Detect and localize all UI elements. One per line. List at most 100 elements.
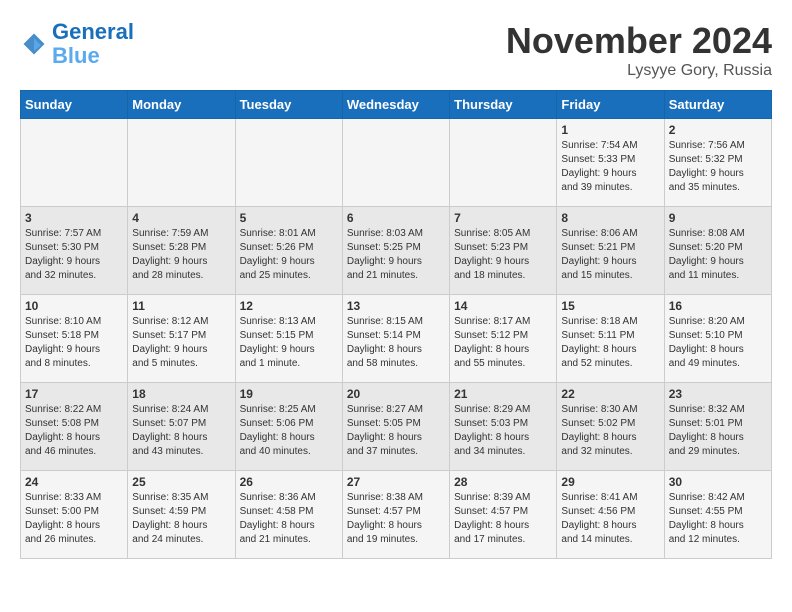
day-number: 28 [454,475,552,489]
calendar-cell: 14 Sunrise: 8:17 AM Sunset: 5:12 PM Dayli… [450,295,557,383]
day-number: 17 [25,387,123,401]
day-info: Sunrise: 8:42 AM Sunset: 4:55 PM Dayligh… [669,491,767,547]
calendar-cell: 13Sunrise: 8:15 AM Sunset: 5:14 PM Dayli… [342,295,449,383]
calendar-cell [450,119,557,207]
day-info: Sunrise: 8:33 AM Sunset: 5:00 PM Dayligh… [25,491,123,547]
day-number: 4 [132,211,230,225]
day-number: 24 [25,475,123,489]
page-header: General Blue November 2024 Lysyye Gory, … [20,20,772,80]
calendar-cell: 30 Sunrise: 8:42 AM Sunset: 4:55 PM Dayli… [664,471,771,559]
calendar-cell: 26 Sunrise: 8:36 AM Sunset: 4:58 PM Dayli… [235,471,342,559]
calendar-cell: 9 Sunrise: 8:08 AM Sunset: 5:20 PM Daylig… [664,207,771,295]
day-info: Sunrise: 8:10 AM Sunset: 5:18 PM Dayligh… [25,315,123,371]
day-info: Sunrise: 8:03 AM Sunset: 5:25 PM Dayligh… [347,227,445,283]
day-info: Sunrise: 8:27 AM Sunset: 5:05 PM Dayligh… [347,403,445,459]
calendar-cell [235,119,342,207]
calendar-cell: 2 Sunrise: 7:56 AM Sunset: 5:32 PM Daylig… [664,119,771,207]
calendar-week-row: 1 Sunrise: 7:54 AM Sunset: 5:33 PM Daylig… [21,119,772,207]
day-number: 21 [454,387,552,401]
calendar-cell: 7 Sunrise: 8:05 AM Sunset: 5:23 PM Daylig… [450,207,557,295]
calendar-cell: 11Sunrise: 8:12 AM Sunset: 5:17 PM Dayli… [128,295,235,383]
day-info: Sunrise: 8:30 AM Sunset: 5:02 PM Dayligh… [561,403,659,459]
day-info: Sunrise: 8:20 AM Sunset: 5:10 PM Dayligh… [669,315,767,371]
calendar-cell: 5 Sunrise: 8:01 AM Sunset: 5:26 PM Daylig… [235,207,342,295]
day-number: 30 [669,475,767,489]
day-number: 16 [669,299,767,313]
logo-text: General Blue [52,20,134,68]
calendar-cell: 8 Sunrise: 8:06 AM Sunset: 5:21 PM Daylig… [557,207,664,295]
day-number: 9 [669,211,767,225]
day-info: Sunrise: 8:05 AM Sunset: 5:23 PM Dayligh… [454,227,552,283]
weekday-header-row: SundayMondayTuesdayWednesdayThursdayFrid… [21,91,772,119]
weekday-header: Sunday [21,91,128,119]
day-number: 14 [454,299,552,313]
logo: General Blue [20,20,134,68]
calendar-cell: 19 Sunrise: 8:25 AM Sunset: 5:06 PM Dayli… [235,383,342,471]
day-info: Sunrise: 8:25 AM Sunset: 5:06 PM Dayligh… [240,403,338,459]
day-number: 19 [240,387,338,401]
day-info: Sunrise: 7:56 AM Sunset: 5:32 PM Dayligh… [669,139,767,195]
day-info: Sunrise: 8:39 AM Sunset: 4:57 PM Dayligh… [454,491,552,547]
weekday-header: Thursday [450,91,557,119]
title-block: November 2024 Lysyye Gory, Russia [506,20,772,80]
day-info: Sunrise: 8:17 AM Sunset: 5:12 PM Dayligh… [454,315,552,371]
day-number: 27 [347,475,445,489]
weekday-header: Friday [557,91,664,119]
day-info: Sunrise: 8:38 AM Sunset: 4:57 PM Dayligh… [347,491,445,547]
calendar-cell: 24 Sunrise: 8:33 AM Sunset: 5:00 PM Dayli… [21,471,128,559]
day-info: Sunrise: 8:29 AM Sunset: 5:03 PM Dayligh… [454,403,552,459]
month-title: November 2024 [506,20,772,62]
calendar-week-row: 17 Sunrise: 8:22 AM Sunset: 5:08 PM Dayli… [21,383,772,471]
calendar-cell: 10Sunrise: 8:10 AM Sunset: 5:18 PM Dayli… [21,295,128,383]
calendar-week-row: 3 Sunrise: 7:57 AM Sunset: 5:30 PM Daylig… [21,207,772,295]
calendar-cell: 27 Sunrise: 8:38 AM Sunset: 4:57 PM Dayli… [342,471,449,559]
calendar-cell: 12Sunrise: 8:13 AM Sunset: 5:15 PM Dayli… [235,295,342,383]
calendar-cell: 22 Sunrise: 8:30 AM Sunset: 5:02 PM Dayli… [557,383,664,471]
day-number: 25 [132,475,230,489]
day-info: Sunrise: 8:18 AM Sunset: 5:11 PM Dayligh… [561,315,659,371]
day-number: 29 [561,475,659,489]
day-info: Sunrise: 8:01 AM Sunset: 5:26 PM Dayligh… [240,227,338,283]
weekday-header: Tuesday [235,91,342,119]
day-number: 5 [240,211,338,225]
day-number: 3 [25,211,123,225]
day-info: Sunrise: 8:41 AM Sunset: 4:56 PM Dayligh… [561,491,659,547]
day-info: Sunrise: 7:57 AM Sunset: 5:30 PM Dayligh… [25,227,123,283]
day-info: Sunrise: 8:22 AM Sunset: 5:08 PM Dayligh… [25,403,123,459]
calendar-week-row: 10Sunrise: 8:10 AM Sunset: 5:18 PM Dayli… [21,295,772,383]
calendar-cell: 4 Sunrise: 7:59 AM Sunset: 5:28 PM Daylig… [128,207,235,295]
calendar-cell: 1 Sunrise: 7:54 AM Sunset: 5:33 PM Daylig… [557,119,664,207]
day-number: 2 [669,123,767,137]
calendar-cell: 25Sunrise: 8:35 AM Sunset: 4:59 PM Dayli… [128,471,235,559]
day-info: Sunrise: 8:06 AM Sunset: 5:21 PM Dayligh… [561,227,659,283]
calendar-cell: 6Sunrise: 8:03 AM Sunset: 5:25 PM Daylig… [342,207,449,295]
day-number: 7 [454,211,552,225]
calendar-cell [128,119,235,207]
day-info: Sunrise: 7:54 AM Sunset: 5:33 PM Dayligh… [561,139,659,195]
weekday-header: Monday [128,91,235,119]
day-info: Sunrise: 8:36 AM Sunset: 4:58 PM Dayligh… [240,491,338,547]
day-number: 26 [240,475,338,489]
calendar-cell: 29 Sunrise: 8:41 AM Sunset: 4:56 PM Dayli… [557,471,664,559]
day-info: Sunrise: 7:59 AM Sunset: 5:28 PM Dayligh… [132,227,230,283]
day-number: 22 [561,387,659,401]
calendar-cell [21,119,128,207]
day-number: 1 [561,123,659,137]
weekday-header: Saturday [664,91,771,119]
day-number: 20 [347,387,445,401]
calendar-cell: 18Sunrise: 8:24 AM Sunset: 5:07 PM Dayli… [128,383,235,471]
calendar-cell: 16 Sunrise: 8:20 AM Sunset: 5:10 PM Dayli… [664,295,771,383]
calendar-cell: 23Sunrise: 8:32 AM Sunset: 5:01 PM Dayli… [664,383,771,471]
day-number: 11 [132,299,230,313]
calendar-week-row: 24 Sunrise: 8:33 AM Sunset: 5:00 PM Dayli… [21,471,772,559]
calendar-cell: 15Sunrise: 8:18 AM Sunset: 5:11 PM Dayli… [557,295,664,383]
calendar-cell: 28 Sunrise: 8:39 AM Sunset: 4:57 PM Dayli… [450,471,557,559]
day-number: 12 [240,299,338,313]
day-info: Sunrise: 8:24 AM Sunset: 5:07 PM Dayligh… [132,403,230,459]
calendar-cell [342,119,449,207]
calendar-cell: 17 Sunrise: 8:22 AM Sunset: 5:08 PM Dayli… [21,383,128,471]
day-number: 23 [669,387,767,401]
day-number: 8 [561,211,659,225]
day-info: Sunrise: 8:08 AM Sunset: 5:20 PM Dayligh… [669,227,767,283]
day-number: 13 [347,299,445,313]
